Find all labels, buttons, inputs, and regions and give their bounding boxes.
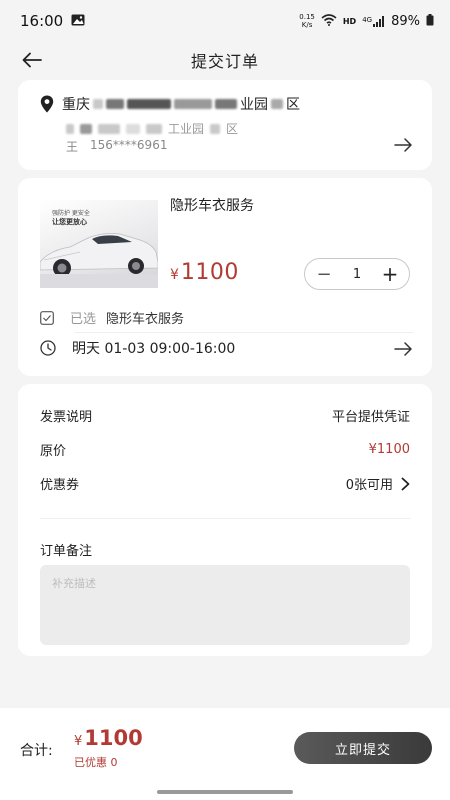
redacted-block bbox=[271, 99, 283, 109]
signal-icon: 4G bbox=[362, 15, 385, 27]
service-image: 强防护 更安全 让您更放心 bbox=[40, 200, 158, 288]
address-line-1-end: 区 bbox=[286, 97, 300, 113]
status-left: 16:00 bbox=[20, 12, 85, 30]
address-line-2-visible: 工业园 bbox=[168, 122, 205, 136]
back-button[interactable] bbox=[18, 46, 46, 74]
page-title: 提交订单 bbox=[190, 52, 259, 71]
total-currency: ¥ bbox=[74, 734, 83, 749]
total-amount: 1100 bbox=[84, 726, 143, 750]
address-card[interactable]: 重庆 业园 区 工业园 区 王 156****6961 bbox=[18, 80, 432, 170]
quantity-stepper: − 1 + bbox=[304, 258, 410, 290]
total-label: 合计: bbox=[20, 743, 53, 759]
selected-value: 隐形车衣服务 bbox=[106, 312, 185, 327]
selected-label: 已选 bbox=[70, 312, 97, 327]
service-title: 隐形车衣服务 bbox=[170, 198, 254, 214]
coupon-label: 优惠券 bbox=[40, 478, 80, 493]
coupon-row[interactable]: 优惠券 0张可用 bbox=[40, 474, 410, 493]
invoice-row: 发票说明 平台提供凭证 bbox=[40, 406, 410, 425]
address-arrow-icon[interactable] bbox=[392, 135, 414, 155]
appointment-time-row[interactable]: 明天 01-03 09:00-16:00 bbox=[40, 338, 235, 358]
network-type: 4G bbox=[362, 15, 373, 24]
remark-label: 订单备注 bbox=[40, 544, 93, 559]
coupon-value-group: 0张可用 bbox=[346, 474, 410, 493]
invoice-value: 平台提供凭证 bbox=[331, 410, 410, 425]
time-arrow-icon[interactable] bbox=[392, 339, 414, 359]
wifi-icon bbox=[321, 13, 337, 29]
chevron-right-icon bbox=[401, 477, 410, 490]
address-line-1-visible: 业园 bbox=[240, 97, 268, 113]
redacted-block bbox=[127, 99, 171, 109]
clock-icon bbox=[40, 340, 56, 356]
location-pin-icon bbox=[40, 95, 54, 113]
redacted-block bbox=[106, 99, 124, 109]
net-speed: 0.15 K/s bbox=[299, 13, 315, 29]
price-amount: 1100 bbox=[180, 260, 239, 285]
redacted-block bbox=[98, 123, 120, 134]
original-price-label: 原价 bbox=[40, 444, 67, 459]
submit-order-button[interactable]: 立即提交 bbox=[294, 732, 432, 764]
status-right: 0.15 K/s HD 4G 89% bbox=[299, 13, 434, 29]
redacted-block bbox=[146, 123, 162, 134]
address-line-2-end: 区 bbox=[226, 122, 239, 136]
redacted-block bbox=[80, 123, 92, 134]
status-bar: 16:00 0.15 K/s HD 4G 89% bbox=[0, 0, 450, 42]
divider bbox=[40, 518, 410, 519]
redacted-block bbox=[210, 123, 221, 134]
contact-name: 王 bbox=[66, 140, 79, 154]
address-line-2: 工业园 区 bbox=[66, 120, 238, 137]
contact-line: 王 156****6961 bbox=[66, 138, 167, 155]
price-currency: ¥ bbox=[170, 267, 179, 283]
address-line-1-start: 重庆 bbox=[62, 97, 90, 113]
contact-phone: 156****6961 bbox=[90, 138, 168, 152]
gallery-icon bbox=[71, 12, 85, 30]
page-header: 提交订单 bbox=[0, 42, 450, 78]
invoice-label: 发票说明 bbox=[40, 410, 93, 425]
redacted-block bbox=[174, 99, 212, 109]
discount-text: 已优惠 0 bbox=[74, 756, 118, 769]
original-price-row: 原价 ¥1100 bbox=[40, 440, 410, 459]
divider bbox=[74, 332, 414, 333]
coupon-value: 0张可用 bbox=[345, 478, 393, 493]
address-line-1-text: 重庆 业园 区 bbox=[62, 94, 300, 114]
service-price: ¥ 1100 bbox=[170, 260, 239, 285]
selected-option-row: 已选 隐形车衣服务 bbox=[40, 308, 184, 327]
address-line-1: 重庆 业园 区 bbox=[40, 94, 300, 114]
decrease-quantity-button[interactable]: − bbox=[315, 264, 333, 285]
quantity-value: 1 bbox=[352, 266, 362, 282]
increase-quantity-button[interactable]: + bbox=[381, 262, 399, 286]
car-illustration-icon bbox=[40, 233, 158, 288]
bottom-bar: 合计: ¥ 1100 已优惠 0 立即提交 bbox=[0, 708, 450, 800]
hd-label: HD bbox=[342, 16, 357, 26]
battery-icon bbox=[426, 13, 434, 29]
redacted-block bbox=[126, 123, 140, 134]
service-card: 强防护 更安全 让您更放心 隐形车衣服务 ¥ 1100 − 1 + 已选 隐形车… bbox=[18, 178, 432, 376]
back-arrow-icon bbox=[22, 52, 42, 68]
original-price-value: ¥1100 bbox=[368, 442, 410, 457]
battery-percent: 89% bbox=[391, 13, 420, 29]
remark-textarea[interactable] bbox=[40, 565, 410, 645]
redacted-block bbox=[93, 99, 103, 109]
appointment-time-text: 明天 01-03 09:00-16:00 bbox=[72, 341, 236, 357]
redacted-block bbox=[215, 99, 237, 109]
status-time: 16:00 bbox=[20, 12, 64, 30]
checkbox-checked-icon bbox=[40, 310, 54, 325]
net-speed-unit: K/s bbox=[301, 21, 313, 29]
total-price: ¥ 1100 bbox=[74, 726, 143, 750]
redacted-block bbox=[66, 123, 74, 134]
home-indicator[interactable] bbox=[157, 790, 293, 794]
net-speed-value: 0.15 bbox=[299, 13, 315, 21]
order-info-card: 发票说明 平台提供凭证 原价 ¥1100 优惠券 0张可用 订单备注 bbox=[18, 384, 432, 656]
